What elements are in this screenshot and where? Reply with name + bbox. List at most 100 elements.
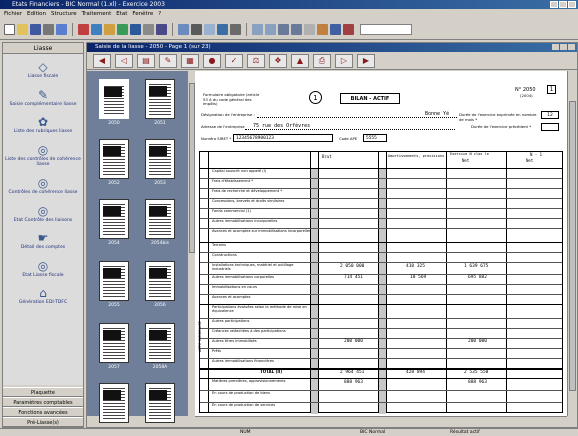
thumbnail-page[interactable] [99, 139, 129, 179]
row-label: Concessions, brevets et droits similaire… [212, 199, 285, 203]
thumbnail-page[interactable] [99, 323, 129, 363]
nav-item-edi[interactable]: ⌂ Génération EDI-TDFC [3, 286, 83, 306]
red-marker-icon[interactable]: ● [203, 53, 221, 68]
plaquette-button[interactable]: Plaquette [3, 387, 83, 397]
thumbnail-page[interactable] [145, 139, 175, 179]
bold-icon[interactable] [178, 23, 189, 35]
calc-icon[interactable]: ▦ [181, 53, 199, 68]
minimize-button[interactable] [550, 1, 558, 8]
format-icon[interactable] [204, 23, 215, 35]
menu-edit[interactable]: Edition [27, 9, 46, 19]
pre-liasse-button[interactable]: Pré-Liasse(s) [3, 417, 83, 427]
close-button[interactable] [568, 1, 576, 8]
autres-corp-amort[interactable]: 18 569 [410, 275, 426, 280]
prev-duration-field[interactable] [541, 123, 559, 131]
fonctions-button[interactable]: Fonctions avancées [3, 407, 83, 417]
installations-amort[interactable]: 410 325 [406, 264, 425, 269]
autres-titres-brut[interactable]: 200 000 [344, 339, 363, 344]
thumbnail-scrollbar[interactable] [187, 71, 195, 416]
menu-help[interactable]: ? [158, 9, 161, 19]
menu-processing[interactable]: Traitement [82, 9, 112, 19]
nav-item-controles[interactable]: ◎ Contrôles de cohérence liasse [3, 176, 83, 196]
nav-next-icon[interactable] [291, 23, 302, 35]
edit-icon[interactable]: ✎ [159, 53, 177, 68]
copy-icon[interactable] [91, 23, 102, 35]
table-icon[interactable] [130, 23, 141, 35]
siret-field[interactable]: 12345678900123 [233, 134, 333, 142]
naf-field[interactable]: 5555 [363, 134, 387, 142]
doc-view-icon[interactable]: ▤ [137, 53, 155, 68]
nav-item-saisie[interactable]: ✎ Saisie complémentaire liasse [3, 88, 83, 108]
save-icon[interactable] [30, 23, 41, 35]
matieres-brut[interactable]: 888 963 [344, 380, 363, 385]
print-icon[interactable] [43, 23, 54, 35]
installations-brut[interactable]: 2 050 000 [340, 264, 364, 269]
maximize-button[interactable] [559, 1, 567, 8]
prev-page-icon[interactable]: ◁ [115, 53, 133, 68]
calc-icon[interactable] [117, 23, 128, 35]
export-icon[interactable] [317, 23, 328, 35]
alert-icon[interactable]: ▲ [291, 53, 309, 68]
maximize-button[interactable] [560, 44, 567, 50]
nav-item-etat-liasse[interactable]: ◎ Etat Liasse fiscale [3, 259, 83, 279]
address-line [245, 129, 455, 130]
thumbnail-page[interactable] [99, 79, 129, 119]
nav-item-detail-comptes[interactable]: ☛ Détail des comptes [3, 231, 83, 251]
next-page-icon[interactable]: ▷ [335, 53, 353, 68]
thumbnail-page[interactable] [99, 261, 129, 301]
menu-window[interactable]: Fenêtre [132, 9, 153, 19]
print-icon[interactable]: ⎙ [313, 53, 331, 68]
thumbnail-page[interactable] [99, 383, 129, 423]
nav-prev-icon[interactable] [278, 23, 289, 35]
bookmark-icon[interactable]: ❖ [269, 53, 287, 68]
doc-icon[interactable] [156, 23, 167, 35]
form-scrollbar[interactable] [567, 71, 577, 416]
nav-item-liaisons[interactable]: ◎ Etat Contrôle des liaisons [3, 204, 83, 224]
thumbnail-page[interactable] [145, 79, 175, 119]
new-file-icon[interactable] [4, 23, 15, 35]
help-icon[interactable] [230, 23, 241, 35]
toolbar-combo[interactable] [360, 23, 412, 35]
undo-icon[interactable] [56, 23, 67, 35]
check-icon[interactable]: ✓ [225, 53, 243, 68]
thumbnail-page[interactable] [145, 383, 175, 423]
close-button[interactable] [568, 44, 575, 50]
zoom-in-icon[interactable] [252, 23, 263, 35]
duration-field[interactable]: 12 [541, 111, 559, 119]
lens-icon: ◎ [37, 258, 49, 273]
left-panel-header[interactable]: Liasse [3, 43, 83, 54]
thumbnail-label: 2050 [108, 121, 120, 126]
scrollbar-thumb[interactable] [569, 101, 576, 391]
search-icon[interactable] [330, 23, 341, 35]
filter-icon[interactable] [217, 23, 228, 35]
minimize-button[interactable] [552, 44, 559, 50]
paste-icon[interactable] [104, 23, 115, 35]
grid-icon[interactable] [143, 23, 154, 35]
balance-icon[interactable]: ⚖ [247, 53, 265, 68]
parametres-button[interactable]: Paramètres comptables [3, 397, 83, 407]
nav-item-liste-controles[interactable]: ◎ Liste des contrôles de cohérence liass… [3, 143, 83, 168]
thumbnail-page[interactable] [99, 199, 129, 239]
last-page-icon[interactable]: ▶ [357, 53, 375, 68]
open-folder-icon[interactable] [17, 23, 28, 35]
nav-item-liasse-fiscale[interactable]: ◇ Liasse fiscale [3, 60, 83, 80]
menu-structure[interactable]: Structure [51, 9, 77, 19]
zoom-out-icon[interactable] [265, 23, 276, 35]
menu-state[interactable]: Etat [116, 9, 127, 19]
refresh-icon[interactable] [304, 23, 315, 35]
autres-corp-brut[interactable]: 714 451 [344, 275, 363, 280]
toolbar-separator [72, 22, 73, 36]
thumbnail-page[interactable] [145, 261, 175, 301]
company-field[interactable]: Bonne Yé [425, 112, 449, 117]
tools-icon[interactable] [343, 23, 354, 35]
align-icon[interactable] [191, 23, 202, 35]
cut-icon[interactable] [78, 23, 89, 35]
thumbnail-page[interactable] [145, 199, 175, 239]
first-page-icon[interactable]: ◀ [93, 53, 111, 68]
nav-item-rubriques[interactable]: ✿ Liste des rubriques liasse [3, 115, 83, 135]
thumbnail-page[interactable] [145, 323, 175, 363]
address-field[interactable]: 75 rue des Orfèvres [253, 124, 310, 129]
form-hscrollbar[interactable] [195, 416, 567, 425]
menu-file[interactable]: Fichier [4, 9, 22, 19]
form-code-box: 1 [547, 85, 556, 94]
